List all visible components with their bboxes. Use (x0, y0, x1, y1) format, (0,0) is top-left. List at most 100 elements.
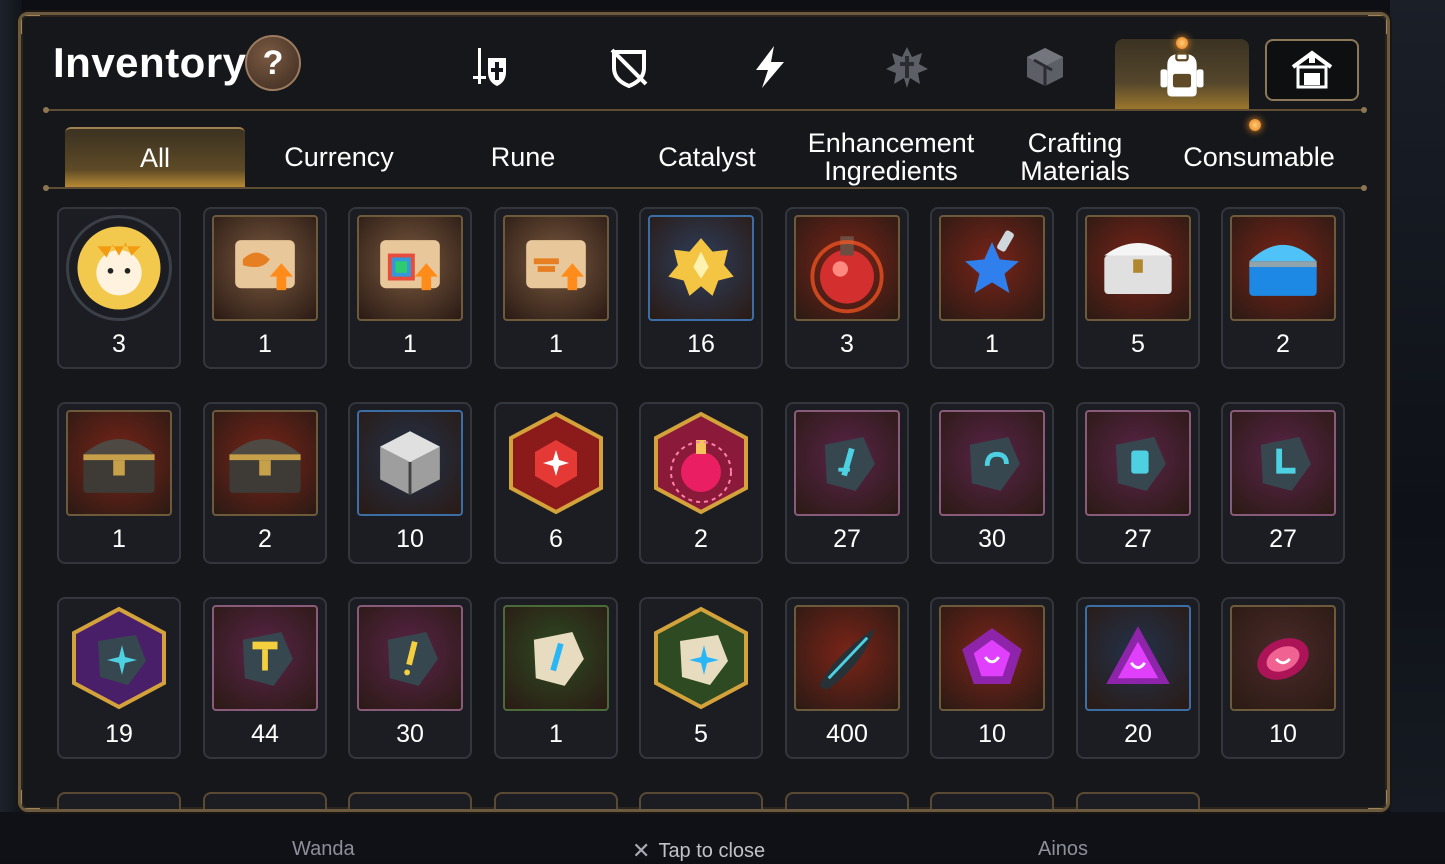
tab-currency-label: Currency (284, 142, 394, 172)
pink-pentagon-icon (939, 605, 1045, 711)
shard-feather-icon (794, 605, 900, 711)
item-count: 3 (840, 330, 854, 358)
artifact-icon (886, 47, 928, 88)
tab-all[interactable]: All (65, 127, 245, 187)
tab-currency[interactable]: Currency (249, 127, 429, 187)
item-count: 2 (694, 525, 708, 553)
inventory-slot[interactable]: 20 (1076, 597, 1200, 759)
item-count: 16 (687, 330, 715, 358)
background-right-strip (1390, 0, 1445, 859)
tap-to-close-hint[interactable]: ✕ Tap to close (632, 838, 765, 864)
tab-skills[interactable] (745, 43, 793, 91)
inventory-slot[interactable]: 19 (57, 597, 181, 759)
inventory-slot[interactable]: 27 (785, 402, 909, 564)
inventory-slot[interactable]: 2 (1221, 207, 1345, 369)
tab-artifacts[interactable] (883, 43, 931, 91)
item-count: 2 (258, 525, 272, 553)
tab-consumable-label: Consumable (1183, 142, 1335, 172)
inventory-slot[interactable]: 16 (639, 207, 763, 369)
hammer-stone-icon (212, 605, 318, 711)
armor-stone-icon (1085, 410, 1191, 516)
inventory-slot[interactable]: 44 (203, 597, 327, 759)
inventory-slot[interactable]: 30 (930, 402, 1054, 564)
inventory-slot-partial[interactable] (494, 792, 618, 809)
item-count: 27 (833, 525, 861, 553)
item-count: 1 (403, 330, 417, 358)
inventory-slot-partial[interactable] (57, 792, 181, 809)
inventory-slot[interactable]: 10 (1221, 597, 1345, 759)
tab-consumable[interactable]: Consumable (1169, 127, 1349, 187)
frame-corner (1368, 15, 1387, 34)
divider-ornament (1361, 185, 1367, 191)
item-count: 2 (1276, 330, 1290, 358)
inventory-slot[interactable]: 5 (639, 597, 763, 759)
item-count: 1 (112, 525, 126, 553)
hero-name-left: Wanda (292, 838, 355, 860)
inventory-slot-partial[interactable] (1076, 792, 1200, 809)
inventory-slot[interactable]: 6 (494, 402, 618, 564)
inventory-panel: Inventory ? All Currency Rune Catalyst E… (18, 12, 1390, 812)
inventory-slot[interactable]: 1 (203, 207, 327, 369)
item-count: 5 (1131, 330, 1145, 358)
inventory-slot[interactable]: 10 (348, 402, 472, 564)
inventory-slot-partial[interactable] (639, 792, 763, 809)
inventory-slot[interactable]: 400 (785, 597, 909, 759)
page-title: Inventory (53, 39, 247, 86)
boot-stone-icon (1230, 410, 1336, 516)
backpack-icon (1160, 52, 1204, 97)
inventory-slot[interactable]: 1 (930, 207, 1054, 369)
pink-potion-icon (648, 410, 754, 516)
inventory-slot[interactable]: 3 (57, 207, 181, 369)
item-count: 19 (105, 720, 133, 748)
inventory-slot-partial[interactable] (785, 792, 909, 809)
tab-hero-equipment[interactable] (467, 43, 515, 91)
inventory-slot[interactable]: 2 (639, 402, 763, 564)
rainbow-scroll-icon (357, 215, 463, 321)
inventory-slot[interactable]: 10 (930, 597, 1054, 759)
silver-cube-icon (357, 410, 463, 516)
dark-chest-icon (212, 410, 318, 516)
mascot-coin-icon (66, 215, 172, 321)
item-count: 10 (1269, 720, 1297, 748)
item-count: 1 (549, 720, 563, 748)
tab-crafting-label: Crafting Materials (1020, 128, 1130, 186)
star-potion-icon (939, 215, 1045, 321)
frame-corner (21, 790, 40, 809)
item-count: 6 (549, 525, 563, 553)
inventory-slot[interactable]: 27 (1221, 402, 1345, 564)
tab-enhancement-ingredients[interactable]: Enhancement Ingredients (801, 127, 981, 187)
item-count: 1 (258, 330, 272, 358)
storage-house-icon (1291, 50, 1333, 89)
inventory-slot[interactable]: 5 (1076, 207, 1200, 369)
tab-storage[interactable] (1265, 39, 1359, 101)
pink-oval-icon (1230, 605, 1336, 711)
tab-unequipped[interactable] (605, 43, 653, 91)
dark-chest-icon (66, 410, 172, 516)
divider-ornament (1361, 107, 1367, 113)
inventory-slot-partial[interactable] (930, 792, 1054, 809)
frame-corner (21, 15, 40, 34)
tab-rune[interactable]: Rune (433, 127, 613, 187)
inventory-slot[interactable]: 30 (348, 597, 472, 759)
inventory-slot[interactable]: 27 (1076, 402, 1200, 564)
item-count: 27 (1124, 525, 1152, 553)
inventory-slot[interactable]: 3 (785, 207, 909, 369)
inventory-slot[interactable]: 1 (57, 402, 181, 564)
notification-dot (1249, 119, 1261, 131)
inventory-slot[interactable]: 1 (348, 207, 472, 369)
divider-ornament (43, 185, 49, 191)
inventory-slot-partial[interactable] (203, 792, 327, 809)
item-count: 44 (251, 720, 279, 748)
inventory-slot[interactable]: 1 (494, 597, 618, 759)
hero-name-right: Ainos (1038, 838, 1089, 860)
help-button[interactable]: ? (245, 35, 301, 91)
tab-inventory[interactable] (1115, 39, 1249, 111)
shield-slash-icon (610, 48, 648, 89)
inventory-slot[interactable]: 2 (203, 402, 327, 564)
item-count: 30 (396, 720, 424, 748)
inventory-slot-partial[interactable] (348, 792, 472, 809)
tab-crafting-materials[interactable]: Crafting Materials (985, 127, 1165, 187)
inventory-slot[interactable]: 1 (494, 207, 618, 369)
tab-items[interactable] (1021, 43, 1069, 91)
tab-catalyst[interactable]: Catalyst (617, 127, 797, 187)
